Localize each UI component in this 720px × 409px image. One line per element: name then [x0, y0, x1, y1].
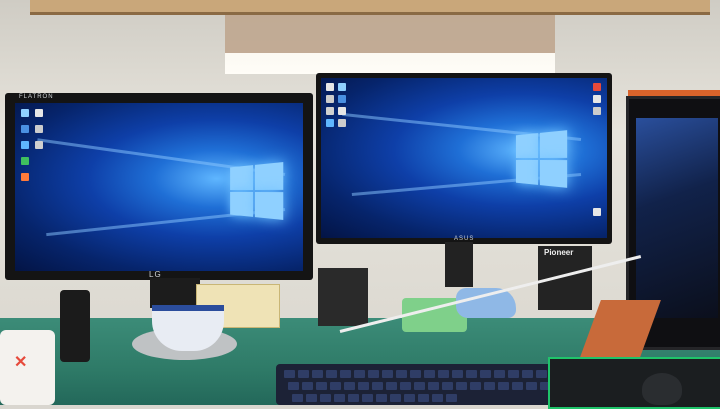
mousepad: [548, 357, 720, 409]
desktop-icon[interactable]: [338, 83, 346, 91]
keyboard[interactable]: [276, 364, 576, 405]
desktop-icon[interactable]: [35, 141, 43, 149]
desktop-icon[interactable]: [35, 125, 43, 133]
desktop-icon[interactable]: [593, 83, 601, 91]
right-monitor: ASUS: [316, 73, 612, 244]
windows-logo-icon: [230, 162, 284, 220]
left-monitor-screen: [15, 103, 303, 271]
desktop-icon[interactable]: [593, 107, 601, 115]
mug-graphic-icon: ✕: [14, 354, 28, 371]
pc-case-glass-panel: [636, 118, 718, 318]
desktop-icon[interactable]: [21, 141, 29, 149]
speaker: [60, 290, 90, 362]
desktop-icon[interactable]: [21, 157, 29, 165]
desktop-icon[interactable]: [338, 119, 346, 127]
desktop-icon[interactable]: [21, 173, 29, 181]
desktop-icon[interactable]: [35, 109, 43, 117]
pen-holder: [318, 268, 368, 326]
desktop-icon[interactable]: [593, 208, 601, 216]
desktop-icon[interactable]: [338, 107, 346, 115]
mouse[interactable]: [642, 373, 682, 405]
desktop-icon[interactable]: [338, 95, 346, 103]
desktop-icon[interactable]: [593, 95, 601, 103]
left-monitor: FLATRON LG: [5, 93, 313, 280]
desktop-icon[interactable]: [326, 95, 334, 103]
right-monitor-screen: [321, 78, 607, 238]
desktop-icon[interactable]: [326, 119, 334, 127]
mug: [0, 330, 55, 405]
desktop-icon[interactable]: [326, 107, 334, 115]
desktop-icon[interactable]: [21, 109, 29, 117]
windows-logo-icon: [515, 130, 568, 188]
desktop-icon[interactable]: [21, 125, 29, 133]
right-monitor-stand: [445, 242, 473, 287]
monitor-model-label: FLATRON: [19, 94, 54, 100]
desktop-icon[interactable]: [326, 83, 334, 91]
left-monitor-stand: [150, 278, 200, 308]
shelf: [30, 0, 710, 15]
pioneer-label: Pioneer: [544, 248, 574, 257]
